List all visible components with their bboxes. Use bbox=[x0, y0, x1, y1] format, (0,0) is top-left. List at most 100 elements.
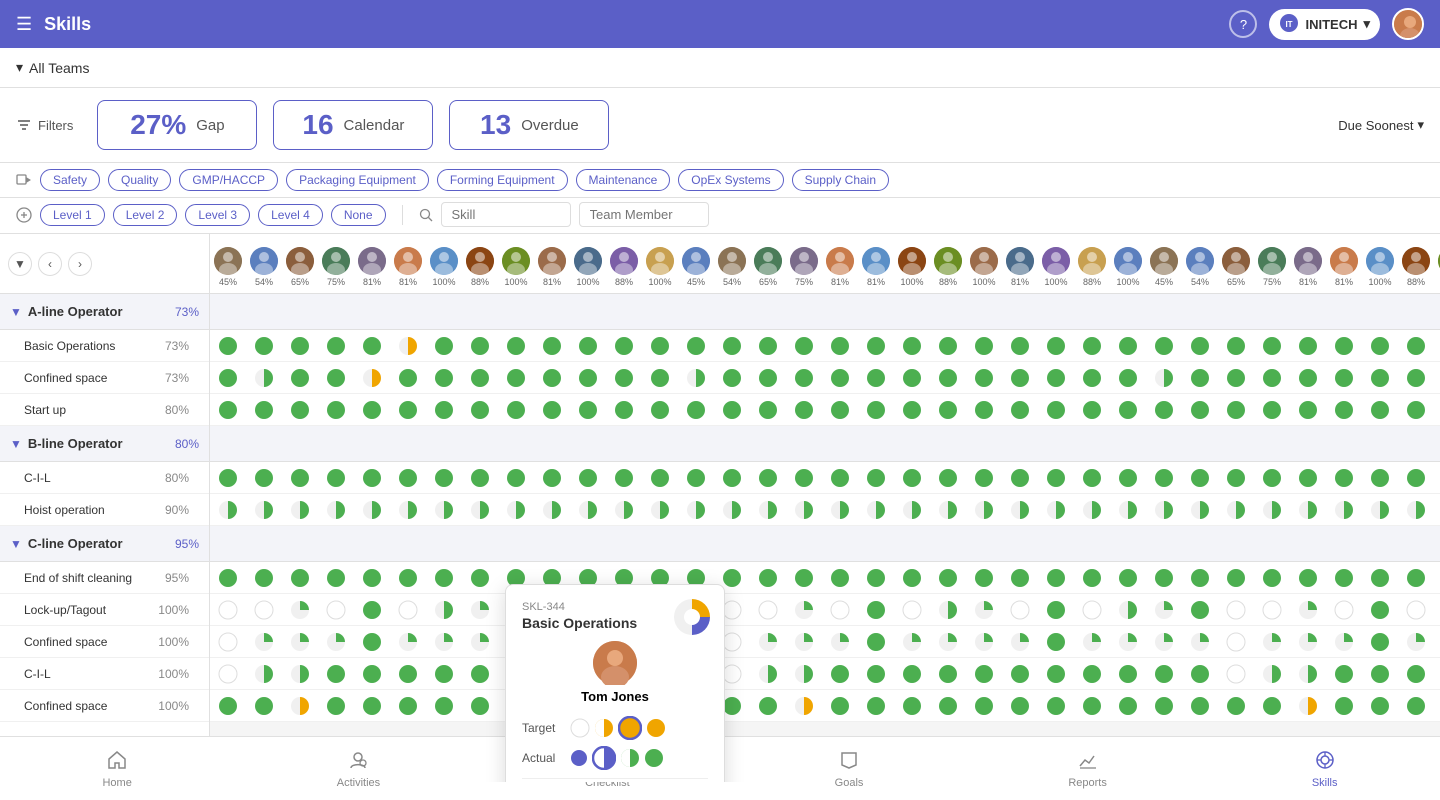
pie-cell[interactable] bbox=[1182, 658, 1218, 690]
pie-cell[interactable] bbox=[1398, 690, 1434, 722]
avatar-2[interactable] bbox=[286, 247, 314, 275]
pie-cell[interactable] bbox=[1434, 562, 1440, 594]
pie-cell[interactable] bbox=[318, 394, 354, 426]
help-button[interactable]: ? bbox=[1229, 10, 1257, 38]
pie-cell[interactable] bbox=[894, 594, 930, 626]
pie-cell[interactable] bbox=[966, 658, 1002, 690]
pie-cell[interactable] bbox=[1254, 462, 1290, 494]
pie-cell[interactable] bbox=[678, 362, 714, 394]
pie-cell[interactable] bbox=[1074, 690, 1110, 722]
pie-cell[interactable] bbox=[1218, 562, 1254, 594]
pie-cell[interactable] bbox=[1326, 394, 1362, 426]
pie-cell[interactable] bbox=[1398, 562, 1434, 594]
pie-cell[interactable] bbox=[606, 362, 642, 394]
avatar-28[interactable] bbox=[1222, 247, 1250, 275]
pie-cell[interactable] bbox=[1146, 594, 1182, 626]
pie-cell[interactable] bbox=[1362, 330, 1398, 362]
pie-cell[interactable] bbox=[1002, 494, 1038, 526]
pie-cell[interactable] bbox=[1218, 462, 1254, 494]
pie-cell[interactable] bbox=[1218, 626, 1254, 658]
pie-cell[interactable] bbox=[354, 394, 390, 426]
filters-button[interactable]: Filters bbox=[16, 117, 73, 133]
pie-cell[interactable] bbox=[1074, 462, 1110, 494]
pie-cell[interactable] bbox=[642, 394, 678, 426]
pie-cell[interactable] bbox=[894, 362, 930, 394]
pie-cell[interactable] bbox=[1434, 494, 1440, 526]
pie-cell[interactable] bbox=[1362, 362, 1398, 394]
pie-cell[interactable] bbox=[786, 690, 822, 722]
pie-cell[interactable] bbox=[462, 362, 498, 394]
pie-cell[interactable] bbox=[1074, 362, 1110, 394]
pie-cell[interactable] bbox=[246, 494, 282, 526]
avatar-30[interactable] bbox=[1294, 247, 1322, 275]
level-1-tag[interactable]: Level 1 bbox=[40, 204, 105, 226]
pie-cell[interactable] bbox=[1218, 494, 1254, 526]
pie-cell[interactable] bbox=[858, 562, 894, 594]
pie-cell[interactable] bbox=[282, 462, 318, 494]
pie-cell[interactable] bbox=[786, 462, 822, 494]
pie-cell[interactable] bbox=[786, 594, 822, 626]
avatar-19[interactable] bbox=[898, 247, 926, 275]
avatar-27[interactable] bbox=[1186, 247, 1214, 275]
pie-cell[interactable] bbox=[1002, 594, 1038, 626]
pie-cell[interactable] bbox=[1398, 494, 1434, 526]
pie-cell[interactable] bbox=[1038, 562, 1074, 594]
calendar-stat[interactable]: 16 Calendar bbox=[273, 100, 433, 150]
member-search-input[interactable] bbox=[579, 202, 709, 227]
pie-cell[interactable] bbox=[210, 594, 246, 626]
pie-cell[interactable] bbox=[1146, 658, 1182, 690]
pie-cell[interactable] bbox=[714, 462, 750, 494]
avatar-21[interactable] bbox=[970, 247, 998, 275]
avatar-15[interactable] bbox=[754, 247, 782, 275]
filter-opex[interactable]: OpEx Systems bbox=[678, 169, 783, 191]
pie-cell[interactable] bbox=[1110, 330, 1146, 362]
pie-cell[interactable] bbox=[210, 626, 246, 658]
pie-cell[interactable] bbox=[858, 362, 894, 394]
pie-cell[interactable] bbox=[1254, 494, 1290, 526]
pie-cell[interactable] bbox=[1038, 626, 1074, 658]
avatar-3[interactable] bbox=[322, 247, 350, 275]
pie-cell[interactable] bbox=[1182, 362, 1218, 394]
filter-safety[interactable]: Safety bbox=[40, 169, 100, 191]
pie-cell[interactable] bbox=[426, 594, 462, 626]
avatar-13[interactable] bbox=[682, 247, 710, 275]
pie-cell[interactable] bbox=[498, 330, 534, 362]
level-4-tag[interactable]: Level 4 bbox=[258, 204, 323, 226]
menu-icon[interactable]: ☰ bbox=[16, 14, 32, 35]
pie-cell[interactable] bbox=[1290, 362, 1326, 394]
level-none-tag[interactable]: None bbox=[331, 204, 386, 226]
pie-cell[interactable] bbox=[858, 690, 894, 722]
pie-cell[interactable] bbox=[318, 658, 354, 690]
pie-cell[interactable] bbox=[966, 462, 1002, 494]
pie-cell[interactable] bbox=[1326, 626, 1362, 658]
avatar-8[interactable] bbox=[502, 247, 530, 275]
pie-cell[interactable] bbox=[1110, 626, 1146, 658]
pie-cell[interactable] bbox=[642, 330, 678, 362]
pie-cell[interactable] bbox=[246, 594, 282, 626]
pie-cell[interactable] bbox=[930, 690, 966, 722]
pie-cell[interactable] bbox=[1002, 462, 1038, 494]
pie-cell[interactable] bbox=[822, 462, 858, 494]
pie-cell[interactable] bbox=[930, 394, 966, 426]
pie-cell[interactable] bbox=[822, 330, 858, 362]
pie-cell[interactable] bbox=[1398, 362, 1434, 394]
filter-maintenance[interactable]: Maintenance bbox=[576, 169, 671, 191]
pie-cell[interactable] bbox=[1254, 394, 1290, 426]
pie-cell[interactable] bbox=[1038, 462, 1074, 494]
pie-cell[interactable] bbox=[1362, 394, 1398, 426]
avatar-0[interactable] bbox=[214, 247, 242, 275]
pie-cell[interactable] bbox=[1110, 362, 1146, 394]
pie-cell[interactable] bbox=[246, 362, 282, 394]
pie-cell[interactable] bbox=[210, 690, 246, 722]
pie-cell[interactable] bbox=[894, 394, 930, 426]
pie-cell[interactable] bbox=[210, 394, 246, 426]
level-3-tag[interactable]: Level 3 bbox=[185, 204, 250, 226]
pie-cell[interactable] bbox=[1038, 658, 1074, 690]
pie-cell[interactable] bbox=[354, 494, 390, 526]
pie-cell[interactable] bbox=[1254, 594, 1290, 626]
pie-cell[interactable] bbox=[462, 658, 498, 690]
avatar-6[interactable] bbox=[430, 247, 458, 275]
pie-cell[interactable] bbox=[894, 562, 930, 594]
avatar-24[interactable] bbox=[1078, 247, 1106, 275]
pie-cell[interactable] bbox=[750, 626, 786, 658]
